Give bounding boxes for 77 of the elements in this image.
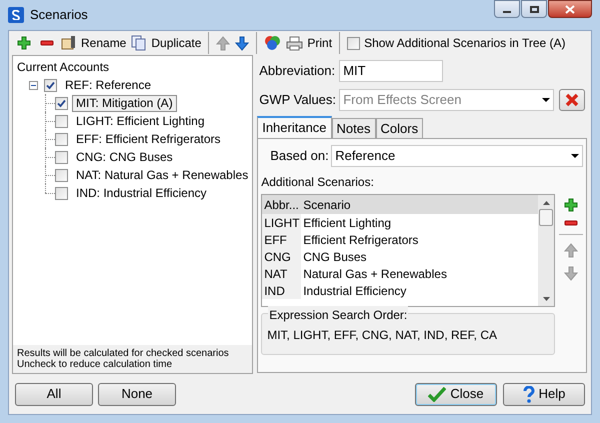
search-order-text: MIT, LIGHT, EFF, CNG, NAT, IND, REF, CA [267, 328, 498, 342]
duplicate-icon [131, 35, 148, 51]
table-cell: IND [262, 282, 302, 299]
help-button[interactable]: Help [503, 382, 585, 406]
tab[interactable]: Colors [376, 118, 424, 138]
checkbox-label[interactable]: Show Additional Scenarios in Tree (A) [364, 34, 566, 52]
table-cell-text: Efficient Refrigerators [302, 232, 418, 248]
checkbox[interactable] [347, 36, 360, 50]
minimize-button[interactable] [494, 0, 520, 18]
window-title: Scenarios [30, 6, 88, 24]
collapse-icon[interactable] [29, 80, 38, 90]
dropdown-caret-icon[interactable] [542, 98, 550, 102]
tree-item[interactable]: MIT: Mitigation (A) [72, 94, 177, 112]
add-scenario-icon[interactable] [564, 198, 578, 212]
tree-checkbox[interactable] [44, 78, 57, 92]
table-cell-text: CNG Buses [302, 248, 367, 266]
section-label: Additional Scenarios: [261, 174, 375, 191]
tree-item[interactable]: CNG: CNG Buses [72, 148, 177, 166]
tree-item[interactable]: REF: Reference [61, 76, 156, 94]
tree-item[interactable]: LIGHT: Efficient Lighting [72, 112, 209, 130]
delete-button[interactable] [559, 89, 586, 111]
gwp-dropdown[interactable]: From Effects Screen [339, 89, 554, 111]
table-cell-text: Industrial Efficiency [302, 282, 406, 300]
field-label: Based on: [269, 147, 330, 166]
remove-icon[interactable] [40, 40, 54, 46]
printer-icon [286, 36, 304, 50]
tree-checkbox[interactable] [55, 114, 68, 128]
delete-icon [565, 93, 580, 107]
tree-item[interactable]: EFF: Efficient Refrigerators [72, 130, 224, 148]
note-text: Results will be calculated for checked scenarios [17, 348, 230, 359]
rename-icon [61, 35, 77, 51]
group-label: Expression Search Order: [268, 306, 408, 324]
dropdown-caret-icon[interactable] [571, 154, 580, 158]
rename-button[interactable]: Rename [61, 34, 126, 52]
tree-checkbox[interactable] [55, 96, 68, 110]
maximize-button[interactable] [521, 0, 547, 18]
shapes-icon[interactable] [264, 35, 282, 51]
select-button[interactable]: All [15, 382, 93, 406]
move-down-icon[interactable] [235, 36, 250, 50]
tree-checkbox[interactable] [55, 168, 68, 182]
app-icon [8, 7, 24, 23]
table-cell: EFF [262, 231, 302, 248]
table-cell: LIGHT [262, 214, 302, 231]
column-header[interactable]: Abbr... [262, 196, 302, 214]
based-on-dropdown[interactable]: Reference [331, 145, 584, 167]
field-label: GWP Values: [258, 91, 338, 110]
remove-scenario-icon[interactable] [564, 220, 578, 226]
column-header[interactable]: Scenario [301, 196, 351, 214]
table-cell-text: Efficient Lighting [302, 214, 392, 232]
note-text: Uncheck to reduce calculation time [17, 359, 174, 370]
tree-item[interactable]: IND: Industrial Efficiency [72, 184, 210, 202]
move-down-icon[interactable] [564, 266, 578, 281]
move-up-icon[interactable] [564, 243, 578, 258]
checkmark-icon [428, 386, 446, 402]
scroll-down-icon[interactable] [542, 297, 550, 301]
table-cell-text: Natural Gas + Renewables [302, 266, 447, 282]
tree-checkbox[interactable] [55, 186, 68, 200]
tab[interactable]: Notes [332, 118, 376, 138]
tab[interactable]: Inheritance [257, 116, 332, 138]
table-cell: NAT [262, 265, 302, 282]
table-cell: CNG [262, 248, 302, 265]
select-button[interactable]: None [98, 382, 176, 406]
add-icon[interactable] [17, 36, 31, 50]
tree-checkbox[interactable] [55, 132, 68, 146]
tree-item[interactable]: NAT: Natural Gas + Renewables [72, 166, 252, 184]
tree-checkbox[interactable] [55, 150, 68, 164]
close-window-button[interactable] [548, 0, 592, 18]
close-button[interactable]: Close [415, 382, 497, 406]
scroll-thumb[interactable] [539, 209, 554, 226]
scroll-up-icon[interactable] [542, 201, 550, 205]
close-icon[interactable] [565, 4, 575, 14]
tree-heading: Current Accounts [16, 59, 110, 76]
abbreviation-field[interactable]: MIT [339, 60, 444, 82]
question-mark-icon [522, 386, 535, 402]
field-label: Abbreviation: [258, 62, 336, 80]
duplicate-button[interactable]: Duplicate [131, 34, 202, 52]
print-button[interactable]: Print [286, 34, 332, 52]
